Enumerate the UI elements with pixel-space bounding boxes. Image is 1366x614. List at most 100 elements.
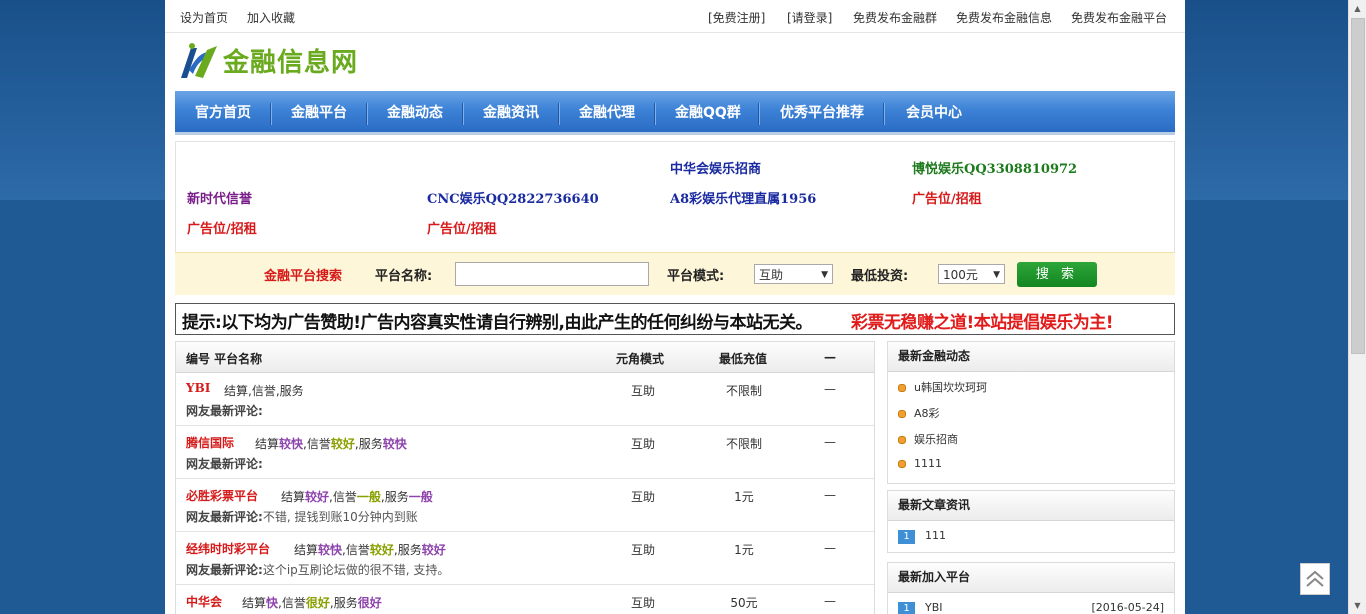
latest-comment: 网友最新评论: [186, 455, 263, 472]
list-item[interactable]: 1111 [898, 529, 946, 544]
search-button[interactable]: 搜 索 [1017, 262, 1097, 287]
top-links-bar: 设为首页 加入收藏 [免费注册] [请登录] 免费发布金融群 免费发布金融信息 … [165, 0, 1185, 33]
news-item[interactable]: 1111 [914, 457, 942, 470]
min-invest-value: 100元 [943, 268, 978, 282]
comment-text: 不错, 提钱到账10分钟内到账 [262, 510, 418, 524]
table-header: 编号 平台名称 元角模式 最低充值 — [176, 342, 874, 373]
platform-features: 结算,信誉,服务 [224, 384, 304, 398]
platform-min: 50元 [730, 596, 758, 610]
nav-qq-groups[interactable]: 金融QQ群 [675, 91, 741, 132]
settle-value: 快 [266, 596, 279, 610]
list-item[interactable]: A8彩 [898, 405, 940, 421]
comment-label: 网友最新评论: [186, 510, 263, 524]
item-number: 1 [898, 530, 915, 544]
platform-mode: 互助 [631, 543, 656, 557]
list-item[interactable]: u韩国坎坎珂珂 [898, 379, 987, 395]
nav-divider [270, 103, 272, 125]
ad-link[interactable]: 新时代信誉 [187, 188, 252, 207]
latest-news-title: 最新金融动态 [888, 342, 1174, 372]
logo-mark-icon [181, 43, 217, 78]
nav-divider [366, 103, 368, 125]
news-item[interactable]: 娱乐招商 [914, 433, 958, 446]
platform-name-input[interactable] [455, 262, 649, 286]
platform-features: 结算较快,信誉较好,服务较快 [255, 437, 407, 451]
login-link[interactable]: [请登录] [787, 9, 832, 26]
article-item[interactable]: 111 [925, 529, 946, 542]
table-row[interactable]: 必胜彩票平台 结算较好,信誉一般,服务一般 互助 1元 — 网友最新评论:不错,… [176, 479, 874, 532]
nav-divider [558, 103, 560, 125]
name-label: 平台名称: [375, 269, 433, 284]
table-row[interactable]: YBI 结算,信誉,服务 互助 不限制 — 网友最新评论: [176, 373, 874, 426]
col-num-name: 编号 平台名称 [186, 352, 263, 366]
table-row[interactable]: 经纬时时彩平台 结算较快,信誉较好,服务较好 互助 1元 — 网友最新评论:这个… [176, 532, 874, 585]
platform-name[interactable]: 腾信国际 [186, 434, 234, 451]
table-row[interactable]: 腾信国际 结算较快,信誉较好,服务较快 互助 不限制 — 网友最新评论: [176, 426, 874, 479]
platform-item[interactable]: YBI [925, 601, 943, 614]
publish-group-link[interactable]: 免费发布金融群 [853, 9, 937, 26]
nav-member-center[interactable]: 会员中心 [906, 91, 962, 132]
back-to-top-button[interactable] [1300, 563, 1330, 595]
ad-link[interactable]: 广告位/招租 [187, 218, 257, 237]
nav-platforms[interactable]: 金融平台 [291, 91, 347, 132]
main-nav: 官方首页 金融平台 金融动态 金融资讯 金融代理 金融QQ群 优秀平台推荐 会员… [175, 91, 1175, 135]
platform-more: — [824, 488, 836, 502]
register-link[interactable]: [免费注册] [708, 9, 765, 26]
scrollbar-thumb[interactable] [1351, 18, 1365, 354]
settle-value: 较好 [305, 490, 330, 504]
logo-text: 金融信息网 [223, 48, 359, 78]
nav-news[interactable]: 金融动态 [387, 91, 443, 132]
ad-link[interactable]: A8彩娱乐代理直属1956 [670, 188, 816, 207]
platform-name[interactable]: 中华会 [186, 593, 222, 610]
platform-min: 1元 [734, 543, 754, 557]
news-item[interactable]: u韩国坎坎珂珂 [914, 381, 987, 394]
platform-name[interactable]: 必胜彩票平台 [186, 487, 258, 504]
chevron-up-double-icon [1306, 570, 1324, 587]
nav-agency[interactable]: 金融代理 [579, 91, 635, 132]
nav-divider [654, 103, 656, 125]
list-item[interactable]: 娱乐招商 [898, 431, 958, 447]
ad-link[interactable]: 博悦娱乐QQ3308810972 [912, 158, 1077, 177]
min-invest-select[interactable]: 100元 ▼ [938, 264, 1005, 284]
scroll-down-arrow-icon[interactable]: ▼ [1349, 597, 1366, 614]
ad-link[interactable]: 广告位/招租 [912, 188, 982, 207]
service-value: 较好 [421, 543, 446, 557]
comment-label: 网友最新评论: [186, 563, 263, 577]
latest-comment: 网友最新评论:不错, 提钱到账10分钟内到账 [186, 508, 418, 525]
ad-link[interactable]: 中华会娱乐招商 [670, 158, 761, 177]
add-favorite-link[interactable]: 加入收藏 [247, 9, 295, 26]
service-label: 服务 [358, 437, 383, 451]
table-row[interactable]: 中华会 结算快,信誉很好,服务很好 互助 50元 — [176, 585, 874, 614]
nav-info[interactable]: 金融资讯 [483, 91, 539, 132]
mode-label: 平台模式: [667, 269, 725, 284]
platform-min: 1元 [734, 490, 754, 504]
mode-select[interactable]: 互助 ▼ [754, 264, 833, 284]
service-value: 很好 [357, 596, 382, 610]
new-platforms-box: 最新加入平台 1 YBI [2016-05-24] [887, 562, 1175, 614]
settle-label: 结算 [242, 596, 267, 610]
platform-name[interactable]: 经纬时时彩平台 [186, 540, 270, 557]
platform-table: 编号 平台名称 元角模式 最低充值 — YBI 结算,信誉,服务 互助 不限制 … [175, 341, 875, 614]
platform-date: [2016-05-24] [1091, 601, 1164, 614]
publish-platform-link[interactable]: 免费发布金融平台 [1071, 9, 1167, 26]
ad-link[interactable]: 广告位/招租 [427, 218, 497, 237]
set-homepage-link[interactable]: 设为首页 [180, 9, 228, 26]
disclaimer-banner: 提示:以下均为广告赞助!广告内容真实性请自行辨别,由此产生的任何纠纷与本站无关。… [175, 303, 1175, 335]
platform-mode: 互助 [631, 384, 656, 398]
publish-info-link[interactable]: 免费发布金融信息 [956, 9, 1052, 26]
vertical-scrollbar[interactable]: ▲ ▼ [1348, 0, 1366, 614]
platform-name[interactable]: YBI [186, 381, 210, 395]
platform-mode: 互助 [631, 490, 656, 504]
item-number: 1 [898, 602, 915, 614]
latest-articles-box: 最新文章资讯 1 111 [887, 490, 1175, 553]
scroll-up-arrow-icon[interactable]: ▲ [1349, 0, 1366, 17]
news-item[interactable]: A8彩 [914, 407, 940, 420]
list-item[interactable]: 1111 [898, 457, 942, 470]
credit-value: 较好 [369, 543, 394, 557]
chevron-down-icon: ▼ [821, 270, 828, 280]
list-item[interactable]: 1 YBI [2016-05-24] [898, 601, 1164, 614]
platform-mode: 互助 [631, 437, 656, 451]
site-logo[interactable]: 金融信息网 [177, 38, 397, 84]
ad-link[interactable]: CNC娱乐QQ2822736640 [427, 188, 599, 207]
nav-recommended[interactable]: 优秀平台推荐 [780, 91, 864, 132]
nav-home[interactable]: 官方首页 [195, 91, 251, 132]
